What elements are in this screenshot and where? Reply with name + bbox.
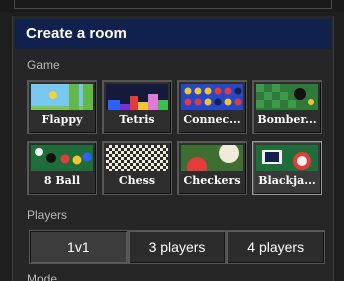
game-tile-label: Bomber... <box>257 113 317 126</box>
flappy-thumbnail-icon <box>31 84 93 110</box>
checkers-thumbnail-icon <box>181 145 243 171</box>
game-tile-flappy[interactable]: Flappy <box>27 80 97 134</box>
game-tile-label: Flappy <box>41 113 83 126</box>
connect-four-thumbnail-icon <box>181 84 243 110</box>
game-tile-blackjack[interactable]: Blackja... <box>252 141 322 195</box>
game-tile-label: 8 Ball <box>43 174 81 187</box>
bomberman-thumbnail-icon <box>256 84 318 110</box>
eight-ball-thumbnail-icon <box>31 145 93 171</box>
game-tile-connect-four[interactable]: Connec... <box>177 80 247 134</box>
tetris-thumbnail-icon <box>106 84 168 110</box>
game-tile-label: Connec... <box>183 113 241 126</box>
blackjack-thumbnail-icon <box>256 145 318 171</box>
game-tile-tetris[interactable]: Tetris <box>102 80 172 134</box>
mode-section-label: Mode <box>27 272 58 281</box>
players-option-3[interactable]: 3 players <box>127 230 227 264</box>
top-toolbar-edge <box>0 0 344 12</box>
top-toolbar-frame <box>14 0 332 9</box>
players-option-4[interactable]: 4 players <box>226 230 326 264</box>
game-tile-checkers[interactable]: Checkers <box>177 141 247 195</box>
players-option-1v1[interactable]: 1v1 <box>29 230 128 264</box>
player-count-selector: 1v1 3 players 4 players <box>29 230 326 264</box>
create-room-panel: Create a room Game Flappy Tetris Connec.… <box>12 16 334 281</box>
players-section-label: Players <box>27 208 68 222</box>
game-tile-label: Checkers <box>183 174 241 187</box>
game-tile-label: Chess <box>118 174 156 187</box>
game-tile-label: Tetris <box>119 113 155 126</box>
game-tile-label: Blackja... <box>258 174 316 187</box>
game-tile-bomberman[interactable]: Bomber... <box>252 80 322 134</box>
chess-thumbnail-icon <box>106 145 168 171</box>
game-section-label: Game <box>27 58 60 72</box>
game-tile-chess[interactable]: Chess <box>102 141 172 195</box>
game-tile-eight-ball[interactable]: 8 Ball <box>27 141 97 195</box>
panel-title: Create a room <box>15 19 331 49</box>
